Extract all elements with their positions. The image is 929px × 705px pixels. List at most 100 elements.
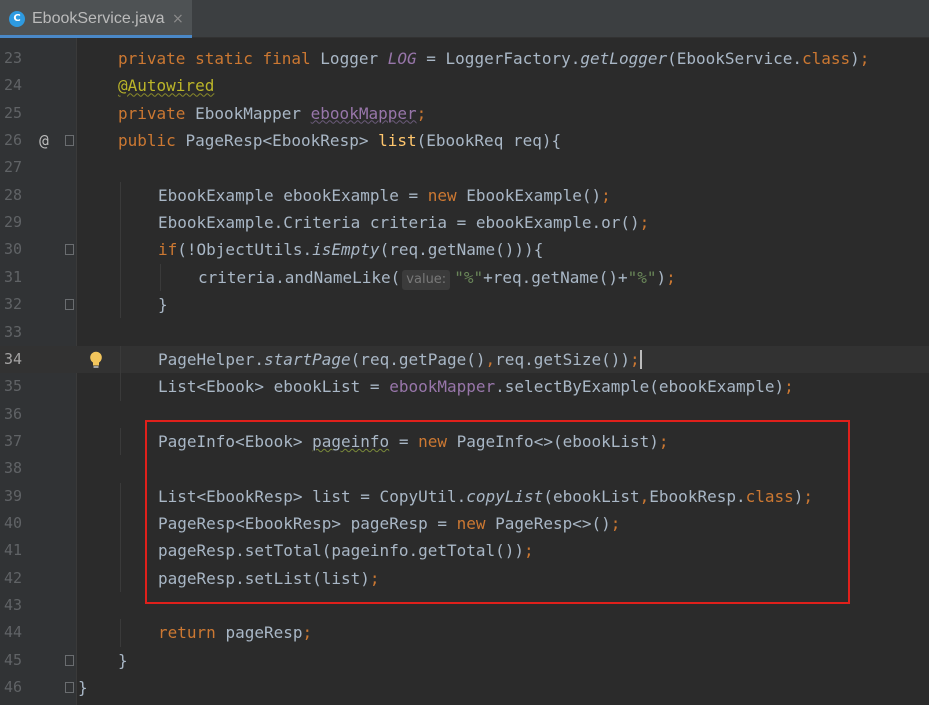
code-token: criteria.andNameLike( bbox=[198, 267, 401, 287]
code-text[interactable]: EbookExample ebookExample = new EbookExa… bbox=[158, 182, 611, 209]
intention-bulb-icon[interactable] bbox=[89, 351, 103, 369]
indent-guide bbox=[120, 236, 121, 264]
indent-guide bbox=[120, 427, 121, 456]
code-text[interactable]: } bbox=[78, 674, 88, 701]
highlight-box bbox=[145, 420, 850, 604]
code-text[interactable]: } bbox=[118, 647, 128, 674]
code-text[interactable]: criteria.andNameLike(value: "%"+req.getNa… bbox=[198, 264, 676, 291]
code-token: ; bbox=[639, 213, 650, 233]
code-token: list bbox=[378, 131, 417, 151]
indent-guide bbox=[120, 509, 121, 538]
text-cursor bbox=[639, 349, 642, 369]
code-token: +req.getName()+ bbox=[483, 267, 628, 287]
code-token: isEmpty bbox=[312, 240, 380, 260]
code-text[interactable]: PageHelper.startPage(req.getPage(),req.g… bbox=[158, 346, 642, 373]
code-token: (EbookService. bbox=[667, 49, 802, 68]
code-line-33[interactable]: 33 bbox=[0, 319, 929, 346]
indent-guide bbox=[120, 373, 121, 401]
close-icon[interactable]: × bbox=[172, 10, 184, 28]
code-line-35[interactable]: 35 List<Ebook> ebookList = ebookMapper.se… bbox=[0, 373, 929, 401]
code-line-45[interactable]: 45} bbox=[0, 647, 929, 674]
override-marker-icon[interactable]: @ bbox=[36, 127, 52, 154]
code-line-29[interactable]: 29 EbookExample.Criteria criteria = ebook… bbox=[0, 209, 929, 237]
code-line-28[interactable]: 28 EbookExample ebookExample = new EbookE… bbox=[0, 181, 929, 210]
code-line-24[interactable]: 24 @Autowired bbox=[0, 72, 929, 99]
line-number[interactable]: 43 bbox=[0, 592, 22, 619]
line-number[interactable]: 35 bbox=[0, 373, 22, 400]
code-token: ebookMapper bbox=[389, 377, 496, 397]
code-token: ; bbox=[302, 623, 313, 643]
fold-marker-icon[interactable] bbox=[65, 654, 74, 666]
code-token: public bbox=[118, 131, 186, 151]
code-line-32[interactable]: 32} bbox=[0, 291, 929, 319]
code-line-34[interactable]: 34 PageHelper.startPage(req.getPage(),req… bbox=[0, 345, 929, 374]
code-text[interactable]: List<Ebook> ebookList = ebookMapper.sele… bbox=[158, 373, 794, 400]
line-number[interactable]: 40 bbox=[0, 510, 22, 537]
line-number[interactable]: 46 bbox=[0, 674, 22, 701]
java-class-icon: C bbox=[9, 11, 25, 27]
code-token: ; bbox=[666, 267, 676, 287]
line-number[interactable]: 25 bbox=[0, 100, 22, 127]
line-number[interactable]: 36 bbox=[0, 401, 22, 428]
code-line-23[interactable]: 23 private static final Logger LOG = Logg… bbox=[0, 45, 929, 72]
indent-guide bbox=[120, 291, 121, 319]
line-number[interactable]: 34 bbox=[0, 346, 22, 373]
code-line-25[interactable]: 25 private EbookMapper ebookMapper; bbox=[0, 100, 929, 127]
code-text[interactable]: @Autowired bbox=[118, 72, 214, 99]
fold-marker-icon[interactable] bbox=[65, 244, 74, 256]
tab-title: EbookService.java bbox=[32, 10, 165, 27]
line-number[interactable]: 26 bbox=[0, 127, 22, 154]
indent-guide bbox=[120, 263, 121, 292]
code-token: if bbox=[158, 240, 178, 260]
code-line-46[interactable]: 46} bbox=[0, 674, 929, 701]
code-line-44[interactable]: 44 return pageResp; bbox=[0, 619, 929, 647]
line-number[interactable]: 30 bbox=[0, 236, 22, 263]
code-token: (EbookReq req){ bbox=[416, 131, 562, 151]
code-token: @Autowired bbox=[118, 76, 215, 96]
code-token: new bbox=[427, 185, 467, 205]
line-number[interactable]: 32 bbox=[0, 291, 22, 318]
code-text[interactable]: private static final Logger LOG = Logger… bbox=[118, 45, 869, 72]
line-number[interactable]: 33 bbox=[0, 319, 22, 346]
code-token: class bbox=[801, 49, 851, 68]
tab-ebookservice-java[interactable]: C EbookService.java × bbox=[0, 0, 192, 38]
code-line-31[interactable]: 31 criteria.andNameLike(value: "%"+req.get… bbox=[0, 263, 929, 292]
code-line-30[interactable]: 30 if(!ObjectUtils.isEmpty(req.getName())… bbox=[0, 236, 929, 264]
code-token: EbookExample() bbox=[466, 185, 602, 205]
code-token: PageResp<EbookResp> bbox=[185, 131, 379, 151]
line-number[interactable]: 29 bbox=[0, 209, 22, 236]
code-token: ) bbox=[850, 49, 860, 68]
line-number[interactable]: 31 bbox=[0, 264, 22, 291]
line-number[interactable]: 24 bbox=[0, 72, 22, 99]
line-number[interactable]: 44 bbox=[0, 619, 22, 646]
fold-marker-icon[interactable] bbox=[65, 135, 74, 147]
code-token: ; bbox=[416, 103, 427, 123]
code-text[interactable]: EbookExample.Criteria criteria = ebookEx… bbox=[158, 209, 649, 236]
code-token: "%" bbox=[627, 267, 657, 287]
code-token: ; bbox=[784, 377, 794, 397]
fold-marker-icon[interactable] bbox=[65, 682, 74, 694]
parameter-hint: value: bbox=[402, 269, 451, 290]
code-token: , bbox=[485, 349, 496, 369]
line-number[interactable]: 42 bbox=[0, 565, 22, 592]
line-number[interactable]: 37 bbox=[0, 428, 22, 455]
code-line-27[interactable]: 27 bbox=[0, 154, 929, 181]
code-text[interactable]: private EbookMapper ebookMapper; bbox=[118, 100, 426, 127]
line-number[interactable]: 38 bbox=[0, 455, 22, 482]
line-number[interactable]: 27 bbox=[0, 154, 22, 181]
code-editor[interactable]: 23 private static final Logger LOG = Logg… bbox=[0, 38, 929, 705]
code-line-26[interactable]: 26 @ public PageResp<EbookResp> list(Ebook… bbox=[0, 127, 929, 154]
code-token: List<Ebook> ebookList = bbox=[158, 377, 390, 397]
code-text[interactable]: public PageResp<EbookResp> list(EbookReq… bbox=[118, 127, 561, 154]
code-text[interactable]: if(!ObjectUtils.isEmpty(req.getName())){ bbox=[158, 236, 543, 263]
line-number[interactable]: 41 bbox=[0, 537, 22, 564]
line-number[interactable]: 39 bbox=[0, 483, 22, 510]
indent-guide bbox=[120, 345, 121, 374]
code-token: ) bbox=[656, 267, 667, 287]
line-number[interactable]: 45 bbox=[0, 647, 22, 674]
code-text[interactable]: } bbox=[158, 291, 168, 318]
code-text[interactable]: return pageResp; bbox=[158, 619, 312, 646]
line-number[interactable]: 28 bbox=[0, 182, 22, 209]
fold-marker-icon[interactable] bbox=[65, 299, 74, 311]
line-number[interactable]: 23 bbox=[0, 45, 22, 72]
